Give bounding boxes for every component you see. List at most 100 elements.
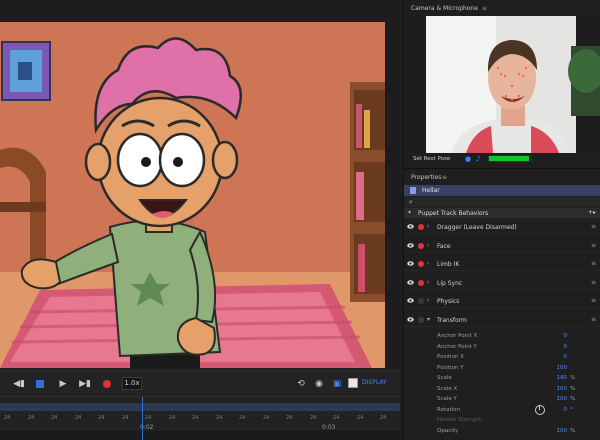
timeline-tick-label: 24 <box>51 415 58 421</box>
timeline-tick-label: 24 <box>28 415 35 421</box>
param-label: Anchor Point Y <box>437 343 477 350</box>
behaviors-section-header[interactable]: ▾ Puppet Track Behaviors +▸ <box>404 208 600 218</box>
chevron-right-icon[interactable]: › <box>427 223 429 230</box>
camera-microphone-panel: Camera & Microphone ≡ Set Rest Pose ● ♪ <box>403 0 600 168</box>
play-button[interactable]: ▶ <box>56 377 70 391</box>
timeline-playhead[interactable] <box>142 397 143 440</box>
eye-icon[interactable] <box>407 261 414 266</box>
timeline-time-label: 0:03 <box>322 424 336 431</box>
chevron-right-icon[interactable]: › <box>427 279 429 286</box>
selected-puppet-row[interactable]: Hellar <box>404 185 600 196</box>
param-value[interactable]: 100 <box>557 396 568 402</box>
stop-icon <box>36 380 44 388</box>
behavior-menu-icon[interactable]: ≡ <box>591 260 596 267</box>
timeline-tick-label: 24 <box>122 415 129 421</box>
bookshelf <box>350 82 385 302</box>
arm-toggle-icon[interactable] <box>418 242 424 249</box>
param-label: Position X <box>437 354 464 360</box>
transform-param-row: Handle Strength <box>404 415 600 426</box>
microphone-icon[interactable]: ♪ <box>476 155 484 163</box>
chevron-right-icon[interactable]: › <box>427 260 429 267</box>
scene-artwork <box>0 22 385 368</box>
behavior-label: Limb IK <box>437 261 460 268</box>
display-dropdown[interactable]: DISPLAY <box>362 379 387 386</box>
behavior-label: Lip Sync <box>437 279 463 287</box>
behavior-menu-icon[interactable]: ≡ <box>591 242 596 249</box>
eye-icon[interactable] <box>407 242 414 248</box>
arm-toggle-icon[interactable] <box>418 316 424 323</box>
arm-toggle-icon[interactable] <box>418 224 424 230</box>
timeline-panel[interactable]: 24 24 24 24 24 24 24 24 24 24 24 24 24 24 24 24 24 0:02 … <box>0 396 400 440</box>
timeline-footer <box>0 431 400 440</box>
camera-icon[interactable]: ● <box>465 155 473 163</box>
camera-toggle-button[interactable]: ◉ <box>312 377 326 391</box>
param-unit: ° <box>570 406 573 413</box>
arm-toggle-icon[interactable] <box>418 279 424 286</box>
eye-icon[interactable] <box>407 224 414 229</box>
param-value[interactable]: 145 <box>557 375 568 381</box>
transform-param-row: Position X 0 <box>404 352 600 363</box>
behavior-label: Transform <box>437 316 467 324</box>
panel-menu-icon[interactable]: ≡ <box>442 174 447 181</box>
behavior-row[interactable]: › Limb IK ≡ <box>404 257 600 271</box>
chevron-down-icon: ▾ <box>408 209 412 216</box>
stop-button[interactable] <box>33 377 47 391</box>
eye-icon[interactable] <box>407 316 414 322</box>
arm-toggle-icon[interactable] <box>418 298 424 304</box>
behavior-row[interactable]: › Physics ≡ <box>404 294 600 308</box>
record-icon <box>103 380 111 388</box>
param-value[interactable]: 0 <box>564 333 568 339</box>
puppet-name: Hellar <box>422 187 440 194</box>
puppet-icon <box>410 187 416 194</box>
behavior-menu-icon[interactable]: ≡ <box>591 316 596 323</box>
transform-param-row: Scale X 100% <box>404 384 600 395</box>
chevron-down-icon[interactable]: ▾ <box>427 316 430 323</box>
add-behavior-button[interactable]: +▸ <box>588 209 596 216</box>
param-unit: % <box>570 375 576 381</box>
chevron-right-icon[interactable]: › <box>427 297 429 304</box>
behavior-menu-icon[interactable]: ≡ <box>591 297 596 304</box>
behavior-row[interactable]: › Face ≡ <box>404 239 600 253</box>
display-mode-button[interactable]: ▣ <box>330 377 344 391</box>
param-unit: % <box>570 427 576 434</box>
loop-button[interactable]: ⟲ <box>294 377 308 391</box>
playback-speed[interactable]: 1.0x <box>122 377 142 390</box>
param-value[interactable]: 100 <box>557 365 568 371</box>
arm-toggle-icon[interactable] <box>418 261 424 267</box>
param-unit: % <box>570 385 576 392</box>
panel-menu-icon[interactable]: ≡ <box>482 5 487 12</box>
param-value[interactable]: 0 <box>564 344 568 350</box>
properties-panel-title: Properties <box>411 174 442 181</box>
behavior-row[interactable]: › Dragger (Leave Disarmed) ≡ <box>404 220 600 234</box>
set-rest-pose-button[interactable]: Set Rest Pose <box>413 156 450 162</box>
timeline-tick-label: 24 <box>357 415 364 421</box>
record-button[interactable] <box>100 377 114 391</box>
behavior-menu-icon[interactable]: ≡ <box>591 279 596 286</box>
timeline-tick-label: 24 <box>310 415 317 421</box>
background-color-swatch[interactable] <box>348 378 358 388</box>
behavior-row[interactable]: › Lip Sync ≡ <box>404 276 600 290</box>
step-forward-icon: ▶▮ <box>79 379 91 389</box>
timeline-tick-label: 24 <box>286 415 293 421</box>
behavior-menu-icon[interactable]: ≡ <box>591 223 596 230</box>
eye-icon[interactable] <box>407 279 414 285</box>
properties-search-input[interactable] <box>418 198 596 206</box>
param-value[interactable]: 100 <box>557 428 568 434</box>
step-forward-button[interactable]: ▶▮ <box>78 377 92 391</box>
timeline-track[interactable] <box>0 403 400 411</box>
param-value[interactable]: 0 <box>564 407 568 413</box>
param-value[interactable]: 0 <box>564 354 568 360</box>
param-value[interactable]: 100 <box>557 386 568 392</box>
eye-icon[interactable] <box>407 298 414 303</box>
microphone-level-fill <box>489 156 529 161</box>
behavior-label: Face <box>437 242 451 250</box>
rewind-button[interactable]: ◀▮ <box>12 377 26 391</box>
transform-param-row: Rotation 0 ° <box>404 404 600 416</box>
search-icon: ⌕ <box>409 198 413 206</box>
transform-param-row: Anchor Point Y 0 <box>404 342 600 353</box>
chevron-right-icon[interactable]: › <box>427 242 429 249</box>
param-label: Rotation <box>437 406 461 413</box>
rotation-dial[interactable] <box>535 404 545 415</box>
behavior-row[interactable]: ▾ Transform ≡ <box>404 313 600 327</box>
scene-panel[interactable] <box>0 22 385 368</box>
